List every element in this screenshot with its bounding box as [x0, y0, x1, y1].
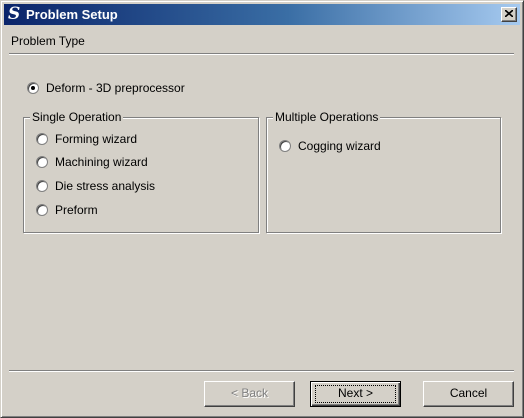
radio-label: Forming wizard — [55, 132, 138, 146]
radio-button[interactable] — [36, 204, 48, 216]
single-operation-legend: Single Operation — [30, 110, 124, 124]
multiple-operations-group — [266, 117, 501, 233]
close-button[interactable] — [501, 7, 517, 22]
radio-label: Machining wizard — [55, 155, 148, 169]
radio-die-stress-analysis[interactable]: Die stress analysis — [36, 179, 155, 193]
radio-button[interactable] — [36, 156, 48, 168]
problem-type-label: Problem Type — [11, 34, 85, 48]
multiple-operations-legend: Multiple Operations — [273, 110, 381, 124]
radio-label: Die stress analysis — [55, 179, 156, 193]
radio-label: Cogging wizard — [298, 139, 381, 153]
radio-cogging-wizard[interactable]: Cogging wizard — [279, 139, 381, 153]
radio-label: Deform - 3D preprocessor — [46, 81, 185, 95]
window-title: Problem Setup — [26, 7, 118, 22]
radio-forming-wizard[interactable]: Forming wizard — [36, 132, 137, 146]
problem-setup-dialog: S Problem Setup Problem Type Deform - 3D… — [0, 0, 524, 418]
next-button[interactable]: Next > — [310, 381, 401, 407]
back-button[interactable]: < Back — [204, 381, 295, 407]
radio-preform[interactable]: Preform — [36, 203, 98, 217]
radio-deform-3d[interactable]: Deform - 3D preprocessor — [27, 81, 185, 95]
radio-button[interactable] — [36, 133, 48, 145]
radio-button[interactable] — [279, 140, 291, 152]
radio-button[interactable] — [36, 180, 48, 192]
radio-machining-wizard[interactable]: Machining wizard — [36, 155, 148, 169]
header-divider — [9, 53, 514, 55]
radio-label: Preform — [55, 203, 98, 217]
footer-divider — [9, 370, 514, 372]
title-bar[interactable]: S Problem Setup — [4, 4, 520, 25]
close-icon — [505, 10, 513, 17]
radio-button-selected[interactable] — [27, 82, 39, 94]
app-logo-icon: S — [8, 4, 21, 24]
cancel-button[interactable]: Cancel — [423, 381, 514, 407]
